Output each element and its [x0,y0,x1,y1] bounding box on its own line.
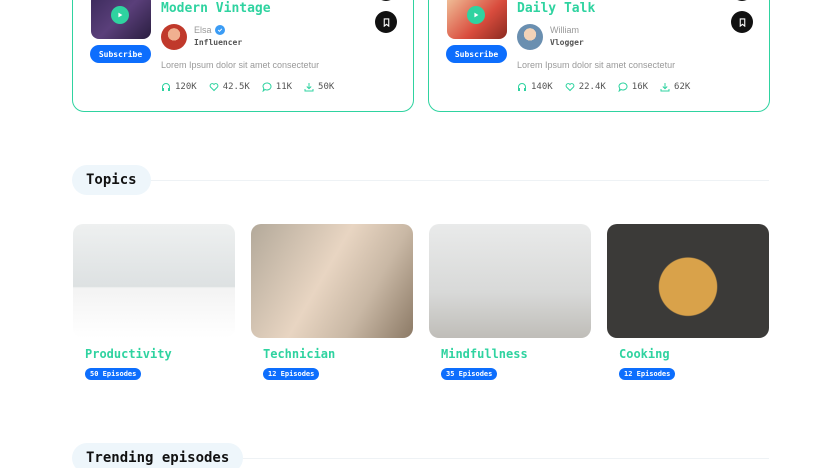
topic-image[interactable] [429,224,591,338]
comments-stat: 11K [262,82,292,92]
topic-name[interactable]: Technician [263,347,413,361]
comments-stat: 16K [618,82,648,92]
topic-image[interactable] [251,224,413,338]
likes-stat: 42.5K [209,82,250,92]
topic-card[interactable]: Technician 12 Episodes [251,224,413,380]
podcast-card: Subscribe Modern Vintage Elsa Influencer… [72,0,414,112]
downloads-stat: 50K [304,82,334,92]
podcast-stats: 120K 42.5K 11K 50K [161,82,334,92]
author-name[interactable]: Elsa [194,25,225,35]
verified-check-icon [214,25,225,35]
divider [72,180,769,181]
headphones-icon [518,83,526,91]
listens-stat: 140K [517,82,553,92]
episode-count-badge: 50 Episodes [85,368,142,380]
podcast-cover-image[interactable] [447,0,507,39]
comment-icon [618,82,628,92]
section-title: Topics [72,165,151,195]
share-icon[interactable] [375,0,397,1]
share-icon[interactable] [731,0,753,1]
play-icon[interactable] [467,6,485,24]
episode-count-badge: 12 Episodes [619,368,676,380]
episode-count-badge: 12 Episodes [263,368,320,380]
bookmark-icon[interactable] [375,11,397,33]
avatar[interactable] [517,24,543,50]
subscribe-button[interactable]: Subscribe [446,45,507,63]
podcast-stats: 140K 22.4K 16K 62K [517,82,690,92]
section-title: Trending episodes [72,443,244,468]
topic-card[interactable]: Productivity 50 Episodes [73,224,235,380]
headphones-icon [162,83,170,91]
topic-name[interactable]: Productivity [85,347,235,361]
podcast-title[interactable]: Modern Vintage [161,1,271,16]
author-name[interactable]: William [550,25,579,35]
author-role: Influencer [194,38,243,47]
topics-section-header: Topics [72,165,769,197]
likes-stat: 22.4K [565,82,606,92]
listens-stat: 120K [161,82,197,92]
topic-image[interactable] [607,224,769,338]
avatar[interactable] [161,24,187,50]
topic-image[interactable] [73,224,235,338]
topic-card[interactable]: Mindfullness 35 Episodes [429,224,591,380]
podcast-description: Lorem Ipsum dolor sit amet consectetur [517,60,676,70]
topic-name[interactable]: Mindfullness [441,347,591,361]
heart-icon [565,83,575,92]
downloads-stat: 62K [660,82,690,92]
trending-section-header: Trending episodes [72,443,769,468]
bookmark-icon[interactable] [731,11,753,33]
podcast-description: Lorem Ipsum dolor sit amet consectetur [161,60,320,70]
heart-icon [209,83,219,92]
play-icon[interactable] [111,6,129,24]
podcast-cover-image[interactable] [91,0,151,39]
download-icon [304,83,314,92]
episode-count-badge: 35 Episodes [441,368,498,380]
download-icon [660,83,670,92]
author-role: Vlogger [550,38,584,47]
topic-name[interactable]: Cooking [619,347,769,361]
topic-card[interactable]: Cooking 12 Episodes [607,224,769,380]
podcast-title[interactable]: Daily Talk [517,1,595,16]
subscribe-button[interactable]: Subscribe [90,45,151,63]
podcast-card: Subscribe Daily Talk William Vlogger Lor… [428,0,770,112]
comment-icon [262,82,272,92]
